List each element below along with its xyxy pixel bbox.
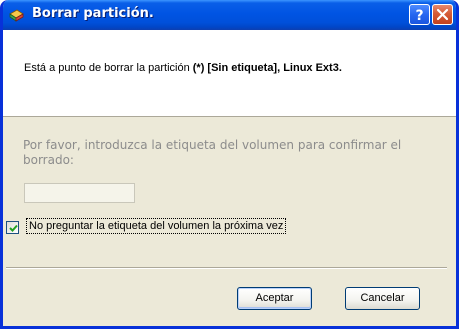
dont-ask-checkbox-label[interactable]: No preguntar la etiqueta del volumen la …	[26, 218, 287, 234]
dont-ask-checkbox[interactable]	[6, 221, 19, 234]
close-icon	[436, 8, 449, 21]
volume-label-input[interactable]	[24, 183, 135, 203]
accept-button[interactable]: Aceptar	[237, 287, 312, 310]
svg-text:?: ?	[415, 8, 423, 24]
separator-line	[6, 267, 447, 269]
message-text: Está a punto de borrar la partición	[24, 62, 193, 74]
cancel-button[interactable]: Cancelar	[345, 287, 420, 310]
delete-partition-dialog: Borrar partición. ? Está a punto de borr…	[0, 0, 459, 329]
volume-label-prompt: Por favor, introduzca la etiqueta del vo…	[23, 138, 402, 167]
help-button[interactable]: ?	[409, 4, 430, 25]
window-title: Borrar partición.	[32, 6, 154, 21]
close-button[interactable]	[432, 4, 453, 25]
partition-app-icon	[8, 7, 25, 24]
title-bar[interactable]: Borrar partición. ?	[3, 0, 456, 30]
partition-name: (*) [Sin etiqueta], Linux Ext3.	[192, 62, 342, 74]
question-mark-icon: ?	[415, 8, 423, 24]
message-panel: Está a punto de borrar la partición (*) …	[3, 30, 456, 117]
checkmark-icon	[9, 224, 18, 232]
delete-message: Está a punto de borrar la partición (*) …	[24, 62, 342, 74]
